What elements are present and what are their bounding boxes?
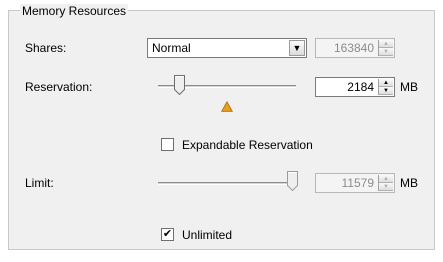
chevron-down-icon[interactable]: ▼ [289,40,305,56]
spin-down-icon: ▼ [379,48,393,56]
warning-triangle-icon [221,101,233,112]
expandable-reservation-checkbox[interactable] [161,138,174,151]
spin-down-icon: ▼ [379,183,393,191]
limit-unit: MB [400,176,418,190]
shares-dropdown[interactable]: Normal ▼ [147,38,307,58]
reservation-spin-arrows[interactable]: ▲ ▼ [378,79,393,95]
shares-value-spinner: 163840 ▲ ▼ [315,38,395,58]
reservation-label: Reservation: [25,80,93,94]
expandable-reservation-label: Expandable Reservation [182,138,313,152]
spin-down-icon[interactable]: ▼ [379,87,393,95]
reservation-slider-thumb[interactable] [174,75,185,95]
spin-up-icon: ▲ [379,175,393,183]
limit-slider-track[interactable] [158,182,298,185]
spin-up-icon[interactable]: ▲ [379,79,393,87]
spin-up-icon: ▲ [379,40,393,48]
limit-slider-thumb[interactable] [287,171,298,191]
limit-spin-arrows: ▲ ▼ [378,175,393,191]
reservation-value: 2184 [347,80,374,94]
limit-value-spinner: 11579 ▲ ▼ [315,173,395,193]
shares-spin-arrows: ▲ ▼ [378,40,393,56]
unlimited-label: Unlimited [182,228,233,242]
shares-label: Shares: [25,41,67,55]
reservation-value-spinner[interactable]: 2184 ▲ ▼ [315,77,395,97]
limit-value: 11579 [341,176,374,190]
checkmark-icon: ✔ [162,228,173,240]
shares-value: 163840 [333,41,374,55]
unlimited-checkbox[interactable]: ✔ [161,228,174,241]
shares-selected-value: Normal [152,41,191,55]
limit-label: Limit: [25,176,54,190]
memory-resources-panel: Memory Resources Shares: Normal ▼ 163840… [0,0,443,262]
group-title: Memory Resources [20,4,129,18]
reservation-unit: MB [400,80,418,94]
